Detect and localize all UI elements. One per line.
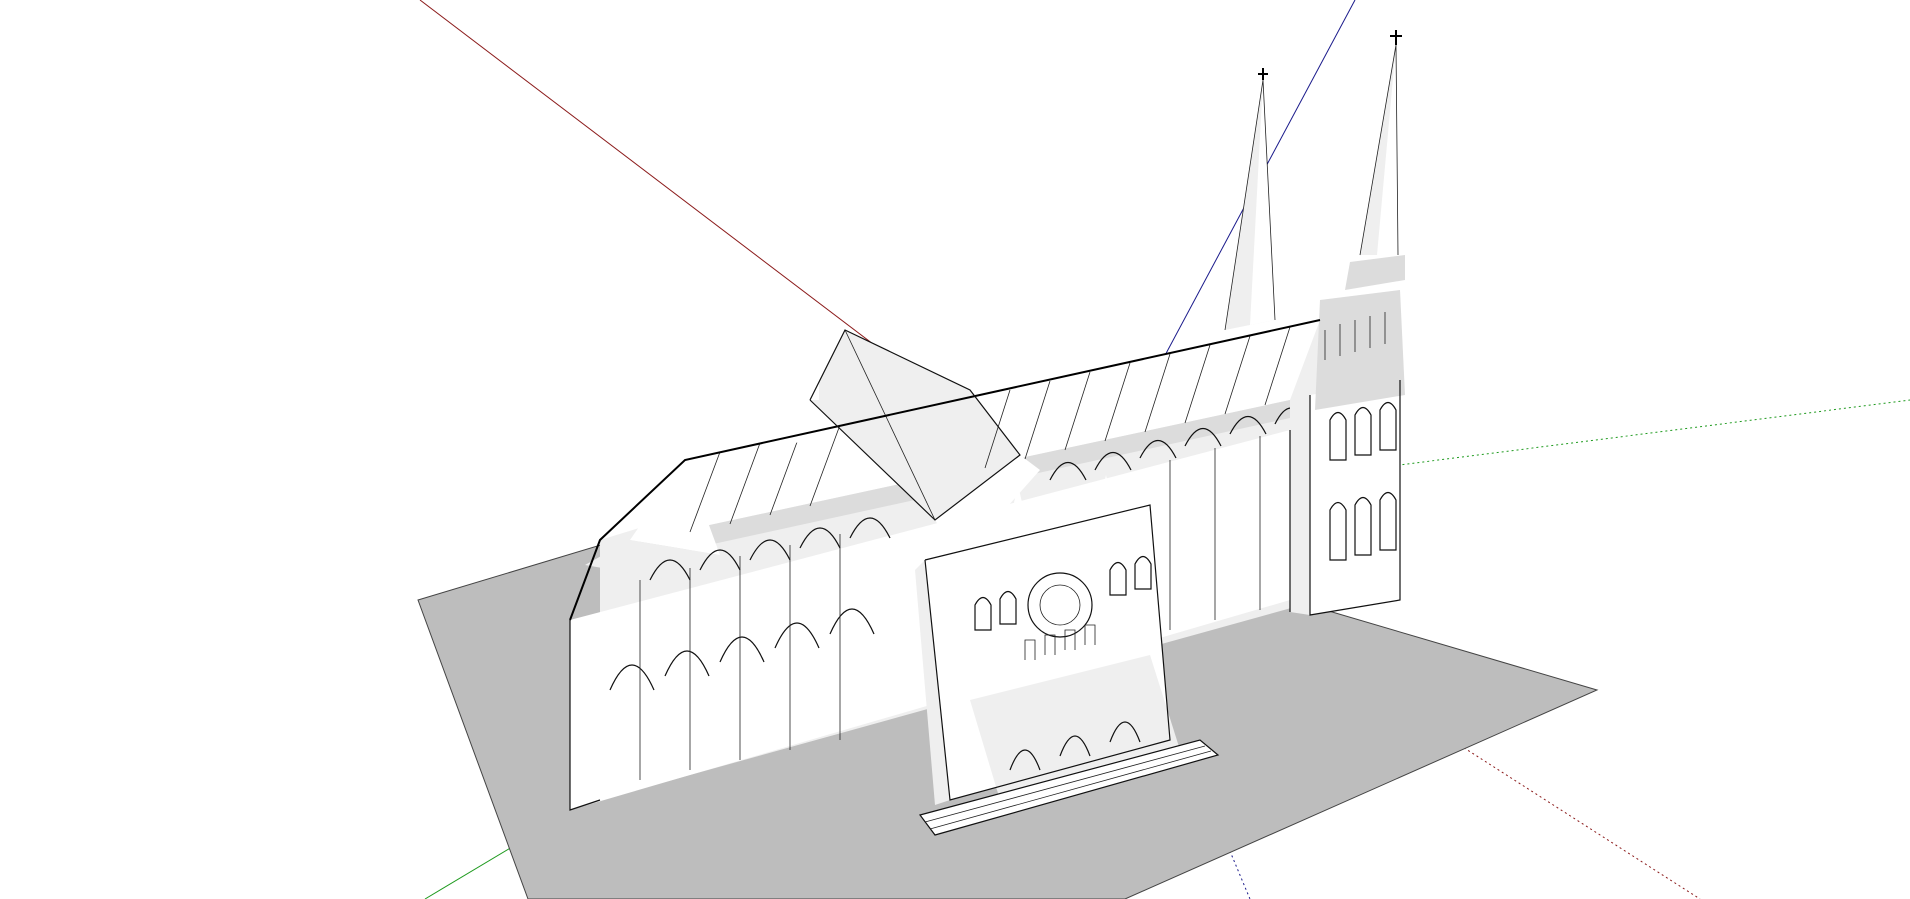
scene-svg[interactable] [0,0,1910,899]
spire-collar [1345,255,1405,290]
west-tower-belfry [1315,290,1405,410]
rear-turret [805,355,819,400]
3d-viewport[interactable] [0,0,1910,899]
west-tower-side [1290,395,1310,615]
